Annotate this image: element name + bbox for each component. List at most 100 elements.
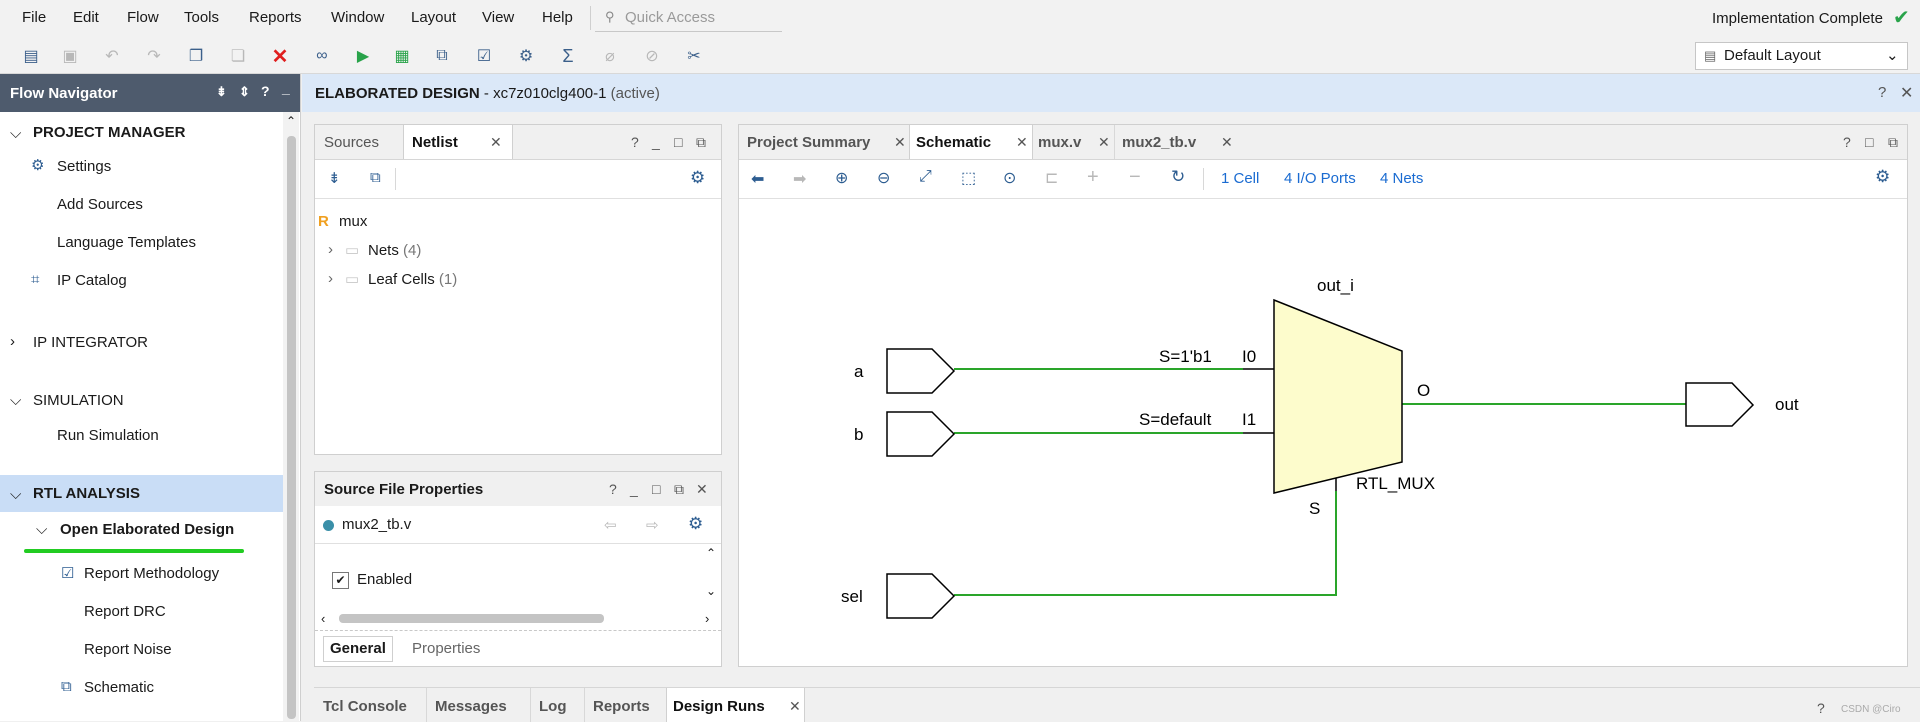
chevron-down-icon[interactable]: ⌵	[10, 392, 21, 409]
maximize-icon[interactable]: □	[674, 134, 682, 150]
forward-arrow-icon[interactable]: ⇨	[646, 516, 659, 534]
close-tab-icon[interactable]: ✕	[789, 698, 801, 715]
nav-run-simulation[interactable]: Run Simulation	[57, 427, 159, 444]
settings-gear-icon[interactable]: ⚙	[515, 45, 537, 67]
help-icon[interactable]: ?	[609, 481, 617, 497]
float-icon[interactable]: ⧉	[696, 134, 706, 151]
delete-icon[interactable]: ✕	[269, 45, 291, 68]
zoom-area-icon[interactable]: ⬚	[961, 168, 976, 188]
close-tab-icon[interactable]: ✕	[1098, 134, 1110, 151]
menu-flow[interactable]: Flow	[127, 9, 159, 26]
redo-icon[interactable]: ↷	[143, 45, 165, 67]
menu-tools[interactable]: Tools	[184, 9, 219, 26]
hscroll-thumb[interactable]	[339, 614, 604, 623]
quick-access-input[interactable]: ⚲ Quick Access	[595, 3, 782, 32]
menu-file[interactable]: File	[22, 9, 46, 26]
undo-icon[interactable]: ↶	[101, 45, 123, 67]
port-b[interactable]	[886, 411, 956, 457]
port-sel[interactable]	[886, 573, 956, 619]
tab-project-summary[interactable]: Project Summary ✕	[739, 125, 909, 159]
tab-mux2-tb-v[interactable]: mux2_tb.v ✕	[1114, 125, 1240, 159]
close-icon[interactable]: ✕	[1900, 83, 1913, 103]
menu-window[interactable]: Window	[331, 9, 384, 26]
layout-select[interactable]: ▤ Default Layout ⌄	[1695, 42, 1908, 70]
enabled-checkbox[interactable]: ✔	[332, 572, 349, 589]
maximize-icon[interactable]: □	[1865, 134, 1873, 150]
menu-view[interactable]: View	[482, 9, 514, 26]
chevron-right-icon[interactable]: ›	[328, 270, 333, 287]
program-device-icon[interactable]: ⧉	[431, 45, 453, 67]
tab-sources[interactable]: Sources	[315, 125, 403, 159]
zoom-fit-icon[interactable]: ⤢	[919, 168, 932, 186]
wire-sel[interactable]	[954, 491, 1337, 596]
chevron-left-icon[interactable]: ‹	[321, 611, 325, 626]
nav-open-elaborated-design[interactable]: Open Elaborated Design	[60, 521, 234, 538]
close-tab-icon[interactable]: ✕	[490, 134, 502, 151]
tab-mux-v[interactable]: mux.v ✕	[1031, 125, 1114, 159]
chevron-up-icon[interactable]: ⌃	[706, 546, 716, 560]
sigma-icon[interactable]: Σ	[557, 45, 579, 67]
binoculars-icon[interactable]: ∞	[311, 45, 333, 67]
nav-ip-catalog[interactable]: IP Catalog	[57, 272, 127, 289]
sort-icon[interactable]: ⇕	[239, 84, 250, 100]
menu-layout[interactable]: Layout	[411, 9, 456, 26]
help-icon[interactable]: ?	[1843, 134, 1851, 150]
gear-icon[interactable]: ⚙	[1875, 167, 1890, 187]
gear-icon[interactable]: ⚙	[688, 514, 703, 534]
cells-link[interactable]: 1 Cell	[1221, 170, 1259, 187]
nav-report-drc[interactable]: Report DRC	[84, 603, 166, 620]
tree-nets[interactable]: Nets (4)	[368, 242, 421, 259]
float-icon[interactable]: ⧉	[1888, 134, 1898, 151]
pin-icon[interactable]: ⊏	[1045, 168, 1058, 188]
crosshair-icon[interactable]: ⊙	[1003, 168, 1016, 188]
close-tab-icon[interactable]: ✕	[894, 134, 906, 151]
nav-rtl-analysis[interactable]: RTL ANALYSIS	[33, 485, 140, 502]
open-folder-icon[interactable]: ▤	[20, 45, 42, 67]
tab-log[interactable]: Log	[530, 688, 585, 722]
netlist-root[interactable]: mux	[339, 213, 367, 230]
port-out[interactable]	[1685, 382, 1755, 427]
tab-schematic[interactable]: Schematic ✕	[909, 125, 1033, 159]
nav-report-noise[interactable]: Report Noise	[84, 641, 172, 658]
close-tab-icon[interactable]: ✕	[1221, 134, 1233, 151]
nav-report-methodology[interactable]: Report Methodology	[84, 565, 219, 582]
menu-edit[interactable]: Edit	[73, 9, 99, 26]
scroll-thumb[interactable]	[287, 136, 296, 719]
minimize-icon[interactable]: _	[282, 80, 290, 96]
forward-arrow-icon[interactable]: ➡	[793, 169, 806, 189]
flow-navigator-scrollbar[interactable]: ⌃	[283, 112, 299, 721]
minimize-icon[interactable]: _	[652, 134, 660, 150]
zoom-in-icon[interactable]: ⊕	[835, 168, 848, 188]
close-icon[interactable]: ✕	[696, 481, 708, 498]
tree-leaf-cells[interactable]: Leaf Cells (1)	[368, 271, 457, 288]
nav-schematic[interactable]: Schematic	[84, 679, 154, 696]
run-implementation-icon[interactable]: ▦	[391, 45, 413, 67]
collapse-all-icon[interactable]: ⇟	[328, 169, 341, 187]
expand-icon[interactable]: +	[1087, 166, 1099, 189]
tab-design-runs[interactable]: Design Runs ✕	[666, 688, 805, 722]
nav-ip-integrator[interactable]: IP INTEGRATOR	[33, 334, 148, 351]
chevron-right-icon[interactable]: ›	[10, 333, 15, 350]
chevron-down-icon[interactable]: ⌵	[10, 125, 21, 142]
props-vscroll[interactable]: ⌃ ⌄	[702, 546, 720, 606]
close-tab-icon[interactable]: ✕	[1016, 134, 1028, 151]
tab-tcl-console[interactable]: Tcl Console	[314, 688, 427, 722]
tab-properties[interactable]: Properties	[412, 640, 480, 657]
help-icon[interactable]: ?	[1817, 700, 1825, 716]
collapse-icon[interactable]: −	[1129, 166, 1141, 189]
menu-reports[interactable]: Reports	[249, 9, 302, 26]
zoom-out-icon[interactable]: ⊖	[877, 168, 890, 188]
minimize-icon[interactable]: _	[630, 481, 638, 497]
nav-project-manager[interactable]: PROJECT MANAGER	[33, 124, 186, 141]
report-icon[interactable]: ☑	[473, 45, 495, 67]
maximize-icon[interactable]: □	[652, 481, 660, 497]
back-arrow-icon[interactable]: ⬅	[751, 169, 764, 189]
tab-reports[interactable]: Reports	[584, 688, 667, 722]
help-icon[interactable]: ?	[1878, 84, 1886, 101]
help-icon[interactable]: ?	[631, 134, 639, 150]
chevron-down-icon[interactable]: ⌄	[706, 584, 716, 598]
back-arrow-icon[interactable]: ⇦	[604, 516, 617, 534]
nav-simulation[interactable]: SIMULATION	[33, 392, 124, 409]
help-icon[interactable]: ?	[261, 83, 270, 99]
nav-language-templates[interactable]: Language Templates	[57, 234, 196, 251]
